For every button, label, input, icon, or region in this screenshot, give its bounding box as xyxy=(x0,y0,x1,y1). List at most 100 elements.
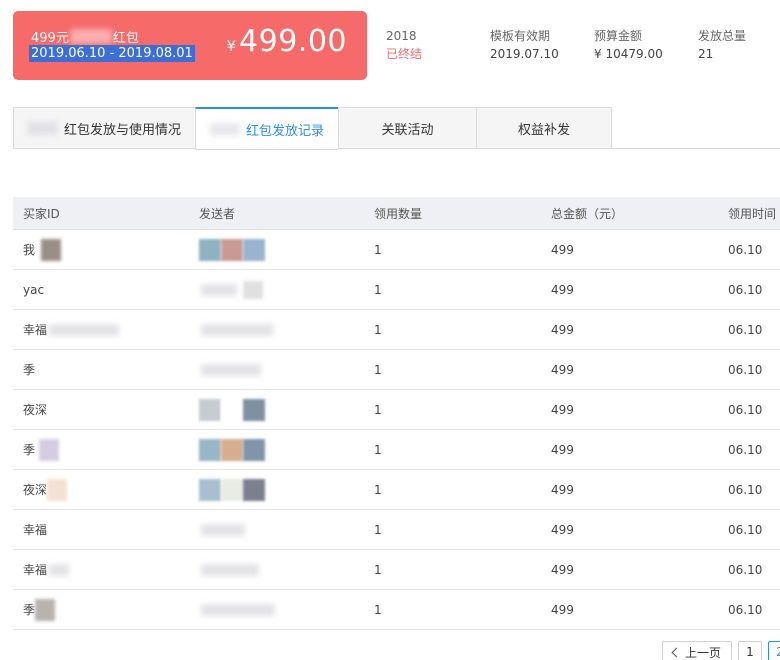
claim-time: 06.10 xyxy=(728,482,763,497)
tab-issue-records-label: 红包发放记录 xyxy=(245,123,324,139)
buyer-id-text: 我 xyxy=(23,243,36,257)
redacted-block xyxy=(49,563,70,576)
buyer-id-text: 季 xyxy=(23,363,36,377)
claim-time: 06.10 xyxy=(728,562,763,577)
table-row: 幸福 1 499 06.10 xyxy=(13,310,780,350)
tab-benefit-reissue[interactable]: 权益补发 xyxy=(476,107,612,149)
total-amount: 499 xyxy=(551,242,574,257)
redacted-block xyxy=(41,238,62,261)
sender xyxy=(199,590,275,629)
coupon-name-prefix: 499元 xyxy=(31,31,69,46)
tab-issue-records[interactable]: 红包发放记录 xyxy=(195,107,338,150)
sender xyxy=(199,350,261,389)
stat-validity-label: 模板有效期 xyxy=(490,29,551,43)
redacted-block xyxy=(35,598,56,621)
header-sender: 发送者 xyxy=(199,206,236,221)
redacted-block xyxy=(49,323,120,336)
quantity: 1 xyxy=(374,282,382,297)
redacted-block xyxy=(243,280,263,299)
prev-page-button[interactable]: 上一页 xyxy=(662,641,732,660)
coupon-currency: ¥ xyxy=(226,37,237,55)
records-table: 买家ID 发送者 领用数量 总金额（元） 领用时间 我 1 499 06.10 … xyxy=(13,197,780,630)
tab-related-activities-label: 关联活动 xyxy=(381,122,434,138)
quantity: 1 xyxy=(374,242,382,257)
quantity: 1 xyxy=(374,402,382,417)
coupon-amount: 499.00 xyxy=(239,24,347,59)
sender xyxy=(199,510,245,549)
table-row: yac 1 499 06.10 xyxy=(13,270,780,310)
claim-time: 06.10 xyxy=(728,322,763,337)
buyer-id-text: 季 xyxy=(23,443,36,457)
page-1-button[interactable]: 1 xyxy=(738,641,762,660)
buyer-id: 夜深 xyxy=(23,390,47,429)
total-amount: 499 xyxy=(551,442,574,457)
buyer-id: 幸福 xyxy=(23,310,120,349)
stat-total-issued-value: 21 xyxy=(698,47,714,61)
redacted-block xyxy=(47,478,68,501)
claim-time: 06.10 xyxy=(728,282,763,297)
sender xyxy=(199,470,265,509)
coupon-date-range: 2019.06.10 - 2019.08.01 xyxy=(29,45,195,62)
tab-redacted xyxy=(27,121,58,135)
total-amount: 499 xyxy=(551,482,574,497)
stat-status-value: 已终结 xyxy=(386,47,423,61)
buyer-id-text: 夜深 xyxy=(23,403,48,417)
total-amount: 499 xyxy=(551,602,574,617)
table-row: 夜深 1 499 06.10 xyxy=(13,390,780,430)
coupon-name-redacted xyxy=(69,29,112,44)
prev-page-label: 上一页 xyxy=(684,645,721,660)
quantity: 1 xyxy=(374,562,382,577)
tab-issue-usage[interactable]: 红包发放与使用情况 xyxy=(13,107,195,149)
coupon-name: 499元 红包 xyxy=(31,27,139,46)
buyer-id: 我 xyxy=(23,230,62,269)
claim-time: 06.10 xyxy=(728,362,763,377)
table-header: 买家ID 发送者 领用数量 总金额（元） 领用时间 xyxy=(13,197,780,230)
total-amount: 499 xyxy=(551,402,574,417)
page-2-button[interactable]: 2 xyxy=(768,641,780,660)
table-row: 幸福 1 499 06.10 xyxy=(13,550,780,590)
redacted-block xyxy=(199,238,265,261)
tab-bar: 红包发放与使用情况 红包发放记录 关联活动 权益补发 xyxy=(13,107,780,150)
header-total-amount: 总金额（元） xyxy=(551,206,624,221)
quantity: 1 xyxy=(374,362,382,377)
buyer-id-text: 幸福 xyxy=(23,523,48,537)
table-row: 季 1 499 06.10 xyxy=(13,590,780,630)
buyer-id: 季 xyxy=(23,350,35,389)
quantity: 1 xyxy=(374,442,382,457)
buyer-id: 幸福 xyxy=(23,550,70,589)
table-row: 夜深 1 499 06.10 xyxy=(13,470,780,510)
coupon-card: 499元 红包 2019.06.10 - 2019.08.01 ¥ 499.00 xyxy=(13,11,367,80)
stat-budget-label: 预算金额 xyxy=(594,29,643,43)
buyer-id: 季 xyxy=(23,430,60,469)
tab-related-activities[interactable]: 关联活动 xyxy=(338,107,476,149)
table-row: 幸福 1 499 06.10 xyxy=(13,510,780,550)
chevron-left-icon xyxy=(671,647,682,657)
coupon-detail-page: 499元 红包 2019.06.10 - 2019.08.01 ¥ 499.00 … xyxy=(0,0,780,660)
sender xyxy=(199,390,265,429)
total-amount: 499 xyxy=(551,522,574,537)
table-row: 季 1 499 06.10 xyxy=(13,350,780,390)
header-claim-time: 领用时间 xyxy=(728,206,777,221)
redacted-block xyxy=(199,438,265,461)
quantity: 1 xyxy=(374,522,382,537)
claim-time: 06.10 xyxy=(728,242,763,257)
buyer-id-text: yac xyxy=(23,282,45,297)
redacted-block xyxy=(201,563,259,576)
buyer-id-text: 幸福 xyxy=(23,563,48,577)
tab-benefit-reissue-label: 权益补发 xyxy=(517,122,570,138)
stat-validity: 模板有效期 2019.07.10 xyxy=(490,29,559,62)
buyer-id: 夜深 xyxy=(23,470,68,509)
sender xyxy=(199,430,265,469)
sender xyxy=(199,310,273,349)
stat-budget-value: ¥ 10479.00 xyxy=(594,47,663,61)
redacted-block xyxy=(201,363,261,376)
quantity: 1 xyxy=(374,602,382,617)
coupon-name-suffix: 红包 xyxy=(112,31,139,46)
redacted-block xyxy=(201,283,237,296)
table-row: 季 1 499 06.10 xyxy=(13,430,780,470)
claim-time: 06.10 xyxy=(728,602,763,617)
stat-validity-value: 2019.07.10 xyxy=(490,47,559,61)
tab-redacted xyxy=(209,122,240,136)
stat-budget: 预算金额 ¥ 10479.00 xyxy=(594,29,663,62)
claim-time: 06.10 xyxy=(728,442,763,457)
